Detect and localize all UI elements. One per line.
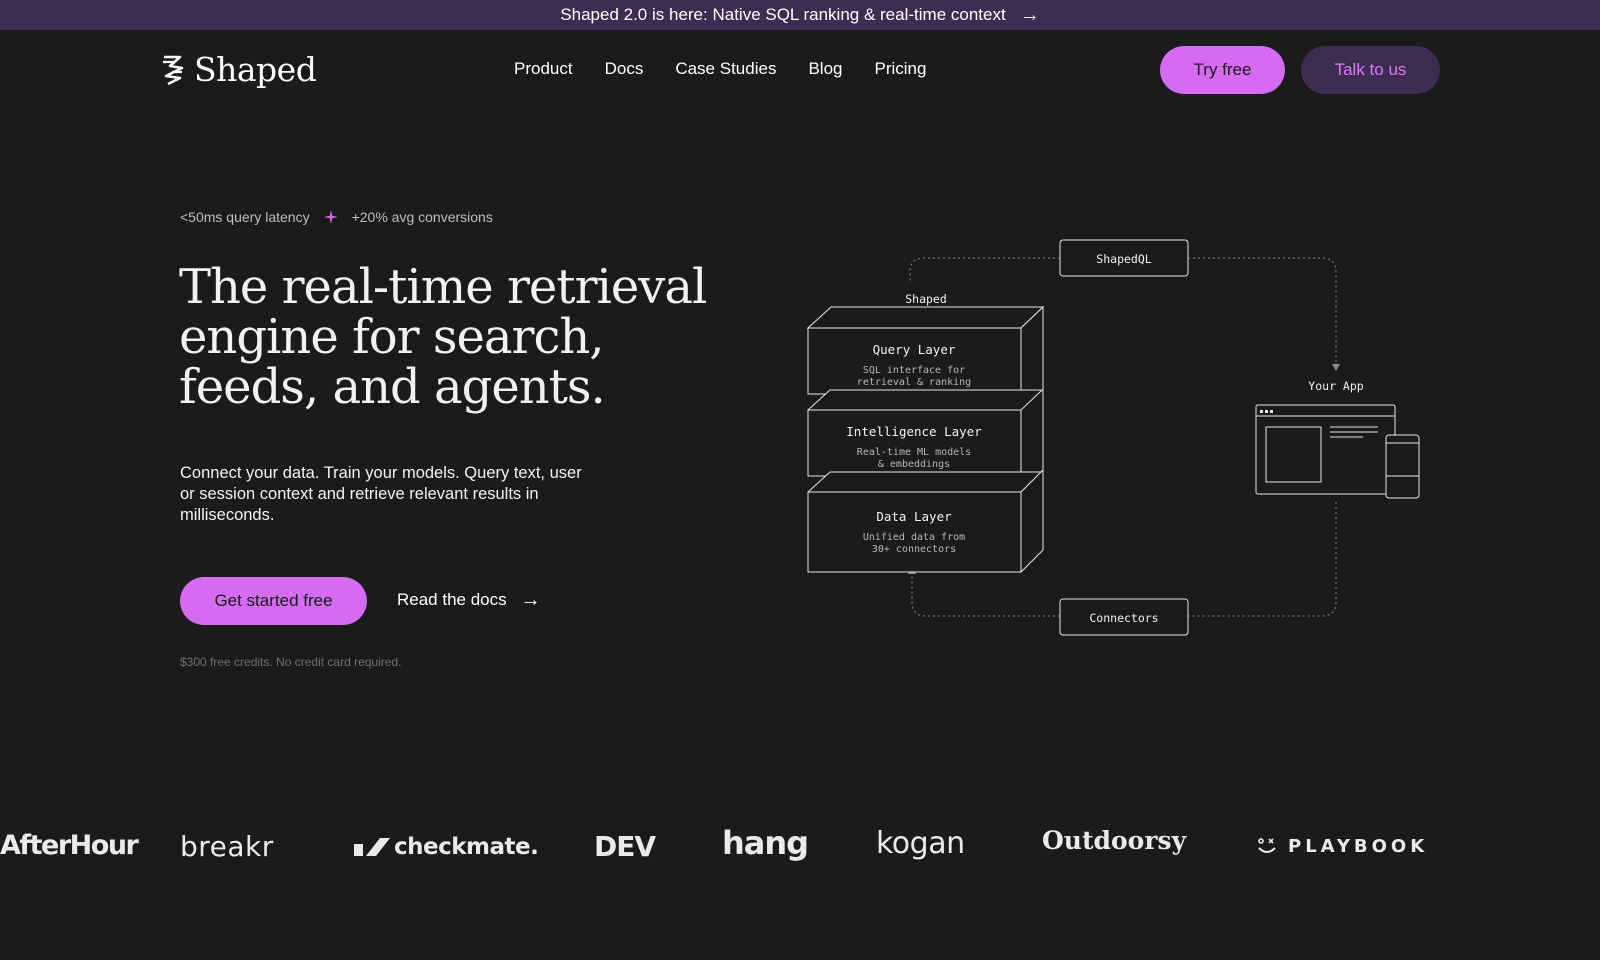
checkmate-wordmark: checkmate.	[394, 834, 539, 860]
read-docs-link[interactable]: Read the docs →	[397, 590, 541, 610]
brand-logo[interactable]: Shaped	[160, 50, 317, 89]
read-docs-label: Read the docs	[397, 590, 507, 609]
nav-pricing[interactable]: Pricing	[874, 59, 926, 79]
checkmate-mark-icon	[354, 838, 390, 856]
intelligence-layer-desc-1: Real-time ML models	[857, 447, 971, 458]
data-layer-desc-1: Unified data from	[863, 532, 965, 543]
customer-logo-breakr: breakr	[180, 830, 274, 863]
shapedql-label: ShapedQL	[1096, 252, 1151, 266]
stat-latency: <50ms query latency	[180, 209, 310, 225]
intelligence-layer-desc-2: & embeddings	[878, 459, 950, 470]
your-app-label: Your App	[1308, 379, 1363, 393]
data-layer-title: Data Layer	[876, 509, 952, 524]
customer-logo-kogan: kogan	[876, 826, 965, 861]
hero-subtitle: Connect your data. Train your models. Qu…	[180, 464, 582, 524]
hero-stats: <50ms query latency +20% avg conversions	[180, 209, 493, 225]
arrow-right-icon: →	[1019, 4, 1040, 26]
announcement-banner[interactable]: Shaped 2.0 is here: Native SQL ranking &…	[0, 0, 1600, 30]
customer-logo-hang: hang	[722, 824, 809, 862]
nav-docs[interactable]: Docs	[605, 59, 644, 79]
arrowhead-down-icon	[1332, 364, 1340, 371]
customer-logo-playbook: PLAYBOOK	[1256, 836, 1428, 857]
architecture-svg: ShapedQL Shaped Query Layer SQL interfac…	[806, 239, 1420, 636]
get-started-button[interactable]: Get started free	[180, 577, 367, 625]
nav-product[interactable]: Product	[514, 59, 573, 79]
customer-logos: AfterHour breakr checkmate. DEV hang kog…	[0, 824, 1600, 890]
app-window-icon	[1255, 404, 1420, 499]
query-layer-desc-2: retrieval & ranking	[857, 377, 971, 388]
main-nav: Product Docs Case Studies Blog Pricing	[514, 59, 926, 79]
architecture-diagram: ShapedQL Shaped Query Layer SQL interfac…	[800, 230, 1440, 650]
playbook-wordmark: PLAYBOOK	[1288, 836, 1429, 857]
connector-line-top-right	[1188, 257, 1337, 364]
connector-line-top-left	[909, 257, 1060, 282]
connector-line-bottom-right	[1188, 502, 1337, 617]
hero-title: The real-time retrieval engine for searc…	[179, 259, 707, 415]
try-free-button[interactable]: Try free	[1160, 46, 1285, 94]
announcement-text[interactable]: Shaped 2.0 is here: Native SQL ranking &…	[560, 5, 1005, 25]
playbook-smile-icon	[1258, 837, 1276, 853]
data-layer-desc-2: 30+ connectors	[872, 544, 956, 555]
nav-blog[interactable]: Blog	[808, 59, 842, 79]
sparkle-icon	[323, 210, 338, 224]
connectors-label: Connectors	[1089, 611, 1158, 625]
stat-conversions: +20% avg conversions	[351, 209, 493, 225]
credits-note: $300 free credits. No credit card requir…	[180, 655, 402, 669]
shaped-label: Shaped	[905, 292, 947, 306]
arrow-right-icon: →	[520, 589, 541, 611]
customer-logo-dev: DEV	[594, 830, 656, 863]
logo-text: Shaped	[194, 50, 317, 89]
connector-line-bottom-left	[911, 574, 1060, 617]
customer-logo-outdoorsy: Outdoorsy	[1042, 826, 1187, 855]
talk-to-us-button[interactable]: Talk to us	[1301, 46, 1440, 94]
window-dots-icon	[1260, 410, 1273, 413]
customer-logo-afterhour: AfterHour	[0, 830, 139, 861]
query-layer-title: Query Layer	[873, 342, 956, 357]
shaped-logo-icon	[163, 55, 184, 85]
customer-logo-checkmate: checkmate.	[354, 834, 539, 860]
query-layer-desc-1: SQL interface for	[863, 365, 965, 376]
nav-case-studies[interactable]: Case Studies	[675, 59, 776, 79]
intelligence-layer-title: Intelligence Layer	[846, 424, 982, 439]
